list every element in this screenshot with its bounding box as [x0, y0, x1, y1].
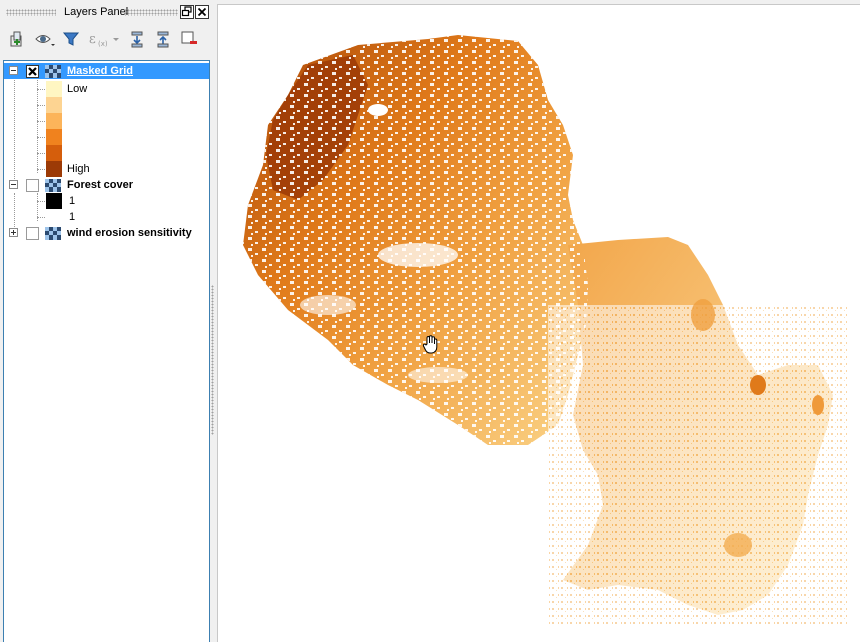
filter-icon[interactable]	[60, 28, 82, 50]
layer-visibility-checkbox[interactable]	[26, 179, 39, 192]
collapse-all-icon[interactable]	[152, 28, 174, 50]
tree-branch-line	[37, 137, 45, 138]
layer-tree: Masked Grid Low High Forest cover 1 1 wi…	[3, 60, 210, 642]
legend-label: High	[67, 163, 90, 175]
tree-branch-line	[37, 169, 45, 170]
legend-swatch	[46, 209, 62, 225]
nodata-patch	[378, 243, 458, 267]
nodata-patch	[300, 295, 356, 315]
layers-panel: Layers Panel ε (x) Masked Grid Low High …	[0, 0, 212, 642]
splitter-grip	[211, 285, 214, 435]
tree-branch-line	[14, 77, 15, 183]
remove-layer-icon[interactable]	[178, 28, 200, 50]
layers-toolbar: ε (x)	[6, 28, 206, 50]
legend-label: 1	[69, 211, 76, 223]
layer-name: wind erosion sensitivity	[67, 227, 192, 239]
panel-title: Layers Panel	[64, 6, 129, 18]
sparse-pixel-texture	[548, 305, 848, 625]
raster-cluster	[691, 299, 715, 331]
expand-all-icon[interactable]	[126, 28, 148, 50]
tree-branch-line	[37, 105, 45, 106]
tree-branch-line	[37, 201, 45, 202]
collapse-toggle[interactable]	[9, 180, 18, 189]
layer-name: Forest cover	[67, 179, 134, 191]
raster-layer-icon	[45, 65, 61, 78]
legend-swatch	[46, 161, 62, 177]
nodata-patch	[368, 104, 388, 116]
panel-splitter[interactable]	[210, 0, 216, 642]
legend-swatch	[46, 129, 62, 145]
legend-label: Low	[67, 83, 88, 95]
raster-cluster	[750, 375, 766, 395]
legend-swatch	[46, 81, 62, 97]
raster-cluster	[724, 533, 752, 557]
tree-branch-line	[37, 77, 38, 173]
layer-row-forest-cover[interactable]: Forest cover	[4, 177, 209, 193]
tree-branch-line	[37, 153, 45, 154]
svg-text:(x): (x)	[98, 40, 108, 48]
hand-pan-icon	[422, 335, 438, 354]
layer-visibility-checkbox[interactable]	[26, 227, 39, 240]
legend-swatch	[46, 97, 62, 113]
expression-filter-icon[interactable]: ε (x)	[86, 28, 122, 50]
layer-visibility-checkbox[interactable]	[26, 65, 39, 78]
legend-swatch	[46, 145, 62, 161]
layer-name: Masked Grid	[67, 65, 134, 77]
raster-cluster	[812, 395, 824, 415]
raster-map	[243, 35, 848, 625]
close-icon[interactable]	[195, 5, 209, 19]
raster-nodata-holes	[243, 35, 588, 445]
nodata-patch	[408, 367, 468, 383]
collapse-toggle[interactable]	[9, 66, 18, 75]
panel-header[interactable]: Layers Panel	[0, 3, 212, 23]
tree-branch-line	[37, 89, 45, 90]
layer-row-wind-erosion-sensitivity[interactable]: wind erosion sensitivity	[4, 225, 209, 241]
visibility-icon[interactable]	[34, 28, 56, 50]
layer-row-masked-grid[interactable]: Masked Grid	[4, 63, 209, 79]
expand-toggle[interactable]	[9, 228, 18, 237]
drag-grip	[6, 9, 56, 16]
tree-branch-line	[37, 121, 45, 122]
tree-branch-line	[37, 217, 45, 218]
raster-layer-icon	[45, 227, 61, 240]
legend-swatch	[46, 193, 62, 209]
legend-label: 1	[69, 195, 76, 207]
float-icon[interactable]	[180, 5, 194, 19]
raster-layer-icon	[45, 179, 61, 192]
drag-grip	[124, 9, 178, 16]
svg-text:ε: ε	[89, 32, 96, 47]
map-canvas[interactable]	[217, 4, 860, 642]
add-group-icon[interactable]	[6, 28, 28, 50]
legend-swatch	[46, 113, 62, 129]
